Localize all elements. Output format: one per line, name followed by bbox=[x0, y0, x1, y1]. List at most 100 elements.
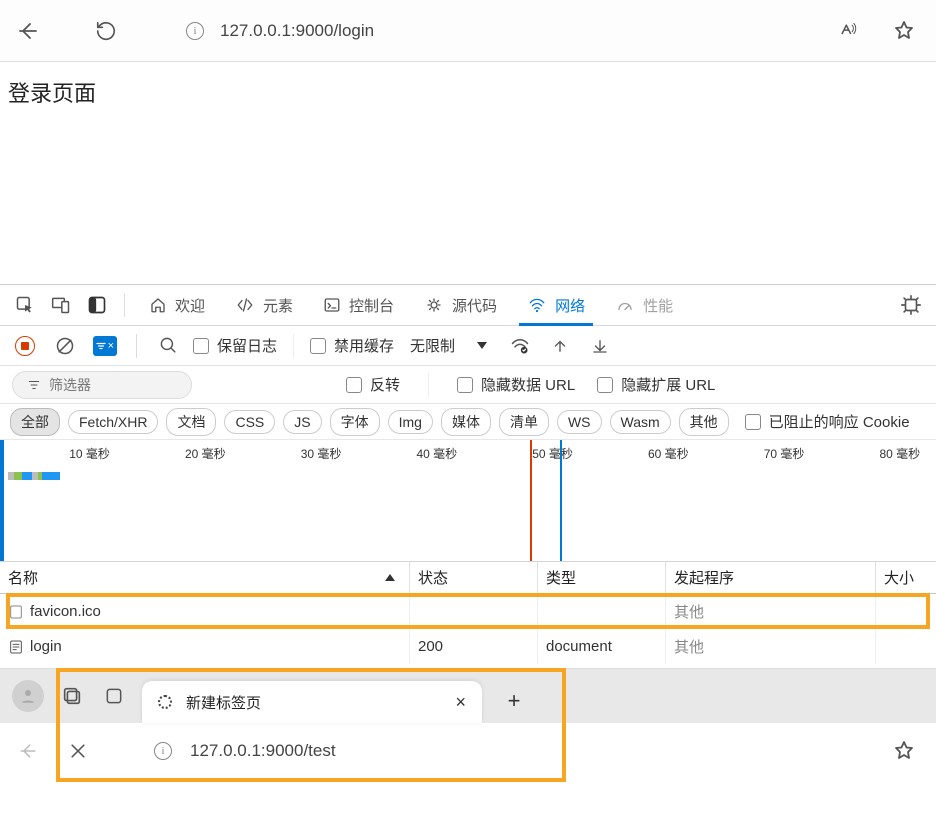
wf-tick: 70 毫秒 bbox=[712, 445, 812, 462]
col-initiator[interactable]: 发起程序 bbox=[666, 562, 876, 593]
disable-cache-checkbox[interactable] bbox=[310, 338, 326, 354]
wf-tick: 10 毫秒 bbox=[18, 445, 118, 462]
devtools-panel: 欢迎 元素 控制台 源代码 网络 性能 bbox=[0, 284, 936, 664]
type-manifest[interactable]: 清单 bbox=[499, 408, 549, 436]
favorites-button[interactable] bbox=[884, 11, 924, 51]
profile-avatar[interactable] bbox=[12, 680, 44, 712]
preserve-log-label: 保留日志 bbox=[217, 335, 277, 356]
devtools-settings-icon[interactable] bbox=[896, 290, 926, 320]
type-media[interactable]: 媒体 bbox=[441, 408, 491, 436]
wf-tick: 40 毫秒 bbox=[365, 445, 465, 462]
tab-network[interactable]: 网络 bbox=[515, 285, 597, 325]
cell-initiator: 其他 bbox=[666, 629, 876, 664]
network-table: 名称 状态 类型 发起程序 大小 favicon.ico 其他 login bbox=[0, 562, 936, 664]
type-js[interactable]: JS bbox=[283, 410, 321, 434]
url-text-2: 127.0.0.1:9000/test bbox=[190, 741, 336, 761]
tab-welcome-label: 欢迎 bbox=[175, 295, 205, 316]
record-button[interactable] bbox=[10, 331, 40, 361]
sort-asc-icon bbox=[385, 574, 395, 581]
search-button[interactable] bbox=[153, 331, 183, 361]
close-tab-icon[interactable]: × bbox=[455, 692, 466, 713]
second-browser-window: 新建标签页 × + i 127.0.0.1:9000/test bbox=[0, 668, 936, 778]
tab-sources[interactable]: 源代码 bbox=[412, 285, 509, 325]
table-row[interactable]: login 200 document 其他 bbox=[0, 629, 936, 664]
hide-data-url-label: 隐藏数据 URL bbox=[481, 374, 575, 395]
back-button-2[interactable] bbox=[12, 731, 44, 771]
cell-type bbox=[538, 594, 666, 629]
hide-ext-url-checkbox[interactable] bbox=[597, 377, 613, 393]
address-bar[interactable]: i 127.0.0.1:9000/login bbox=[170, 11, 820, 51]
hide-data-url-checkbox[interactable] bbox=[457, 377, 473, 393]
reload-button[interactable] bbox=[86, 11, 126, 51]
throttling-label: 无限制 bbox=[410, 335, 455, 356]
filter-settings-toggle[interactable]: × bbox=[90, 331, 120, 361]
new-tab-button[interactable]: + bbox=[496, 683, 532, 719]
cell-size bbox=[876, 629, 936, 664]
resource-type-filters: 全部 Fetch/XHR 文档 CSS JS 字体 Img 媒体 清单 WS W… bbox=[0, 404, 936, 440]
type-css[interactable]: CSS bbox=[224, 410, 275, 434]
waterfall-overview[interactable]: 10 毫秒 20 毫秒 30 毫秒 40 毫秒 50 毫秒 60 毫秒 70 毫… bbox=[0, 440, 936, 562]
clear-button[interactable] bbox=[50, 331, 80, 361]
dock-side-icon[interactable] bbox=[82, 290, 112, 320]
invert-checkbox[interactable] bbox=[346, 377, 362, 393]
filter-placeholder: 筛选器 bbox=[49, 375, 91, 395]
site-info-icon[interactable]: i bbox=[186, 22, 204, 40]
tab-sources-label: 源代码 bbox=[452, 295, 497, 316]
stop-button[interactable] bbox=[62, 731, 94, 771]
site-info-icon-2[interactable]: i bbox=[154, 742, 172, 760]
disable-cache-label: 禁用缓存 bbox=[334, 335, 394, 356]
type-ws[interactable]: WS bbox=[557, 410, 602, 434]
tab-welcome[interactable]: 欢迎 bbox=[137, 285, 217, 325]
read-aloud-button[interactable] bbox=[828, 11, 868, 51]
workspaces-icon[interactable] bbox=[58, 682, 86, 710]
back-button[interactable] bbox=[8, 11, 48, 51]
cell-name: login bbox=[0, 629, 410, 664]
page-heading: 登录页面 bbox=[8, 81, 96, 106]
cell-type: document bbox=[538, 629, 666, 664]
tab-network-label: 网络 bbox=[555, 295, 585, 316]
blocked-cookie-checkbox[interactable] bbox=[745, 414, 761, 430]
tab-performance-label: 性能 bbox=[643, 295, 673, 316]
tab-title: 新建标签页 bbox=[186, 692, 261, 713]
cell-name: favicon.ico bbox=[0, 594, 410, 629]
tab-elements-label: 元素 bbox=[263, 295, 293, 316]
type-img[interactable]: Img bbox=[388, 410, 433, 434]
type-all[interactable]: 全部 bbox=[10, 408, 60, 436]
col-name[interactable]: 名称 bbox=[0, 562, 410, 593]
table-row[interactable]: favicon.ico 其他 bbox=[0, 594, 936, 629]
import-har-icon[interactable] bbox=[585, 331, 615, 361]
tab-actions-icon[interactable] bbox=[100, 682, 128, 710]
blocked-cookie-label: 已阻止的响应 Cookie bbox=[769, 411, 910, 432]
type-wasm[interactable]: Wasm bbox=[610, 410, 671, 434]
network-conditions-icon[interactable] bbox=[505, 331, 535, 361]
type-fetch[interactable]: Fetch/XHR bbox=[68, 410, 158, 434]
col-type[interactable]: 类型 bbox=[538, 562, 666, 593]
inspect-element-icon[interactable] bbox=[10, 290, 40, 320]
browser-tab[interactable]: 新建标签页 × bbox=[142, 681, 482, 723]
type-doc[interactable]: 文档 bbox=[166, 408, 216, 436]
hide-ext-url-label: 隐藏扩展 URL bbox=[621, 374, 715, 395]
row0-name: favicon.ico bbox=[30, 603, 101, 620]
col-name-label: 名称 bbox=[8, 567, 38, 588]
browser-toolbar: i 127.0.0.1:9000/login bbox=[0, 0, 936, 62]
type-font[interactable]: 字体 bbox=[330, 408, 380, 436]
col-size[interactable]: 大小 bbox=[876, 562, 936, 593]
address-bar-2: i 127.0.0.1:9000/test bbox=[0, 723, 936, 778]
tab-elements[interactable]: 元素 bbox=[223, 285, 305, 325]
type-other[interactable]: 其他 bbox=[679, 408, 729, 436]
cell-status bbox=[410, 594, 538, 629]
filter-input[interactable]: 筛选器 bbox=[12, 371, 192, 399]
loading-spinner-icon bbox=[158, 695, 172, 709]
col-status[interactable]: 状态 bbox=[410, 562, 538, 593]
tab-performance[interactable]: 性能 bbox=[603, 285, 685, 325]
invert-label: 反转 bbox=[370, 374, 400, 395]
tab-console[interactable]: 控制台 bbox=[311, 285, 406, 325]
export-har-icon[interactable] bbox=[545, 331, 575, 361]
waterfall-ticks: 10 毫秒 20 毫秒 30 毫秒 40 毫秒 50 毫秒 60 毫秒 70 毫… bbox=[0, 445, 936, 462]
device-toggle-icon[interactable] bbox=[46, 290, 76, 320]
preserve-log-checkbox[interactable] bbox=[193, 338, 209, 354]
wf-tick: 60 毫秒 bbox=[597, 445, 697, 462]
throttling-dropdown[interactable]: 无限制 bbox=[410, 335, 487, 356]
favorites-button-2[interactable] bbox=[884, 731, 924, 771]
cell-size bbox=[876, 594, 936, 629]
